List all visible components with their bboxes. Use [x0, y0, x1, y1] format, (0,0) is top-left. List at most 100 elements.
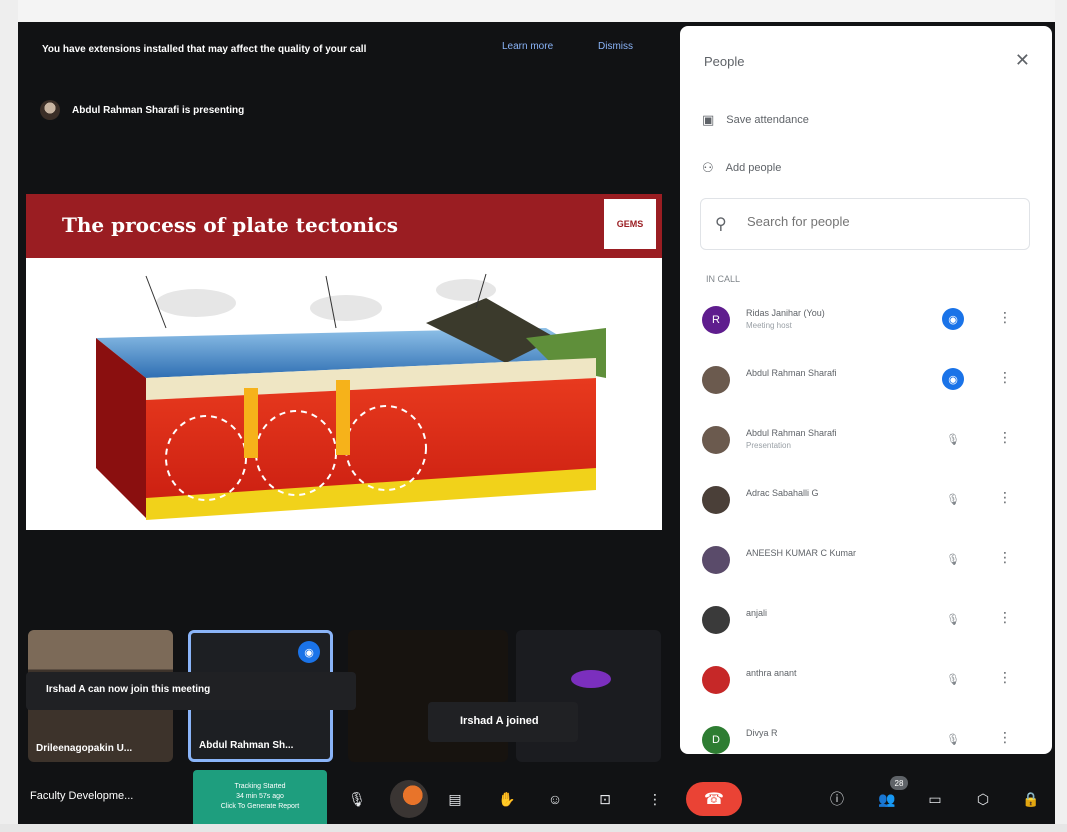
plate-tectonics-diagram [96, 273, 606, 520]
toast-text: Irshad A joined [460, 715, 539, 727]
speaking-icon: ◉ [298, 641, 320, 663]
presentation-slide: The process of plate tectonics GEMS [26, 194, 662, 530]
speaking-icon[interactable]: ◉ [942, 308, 964, 330]
emoji-icon[interactable]: ☺ [542, 786, 568, 812]
meeting-title: Faculty Developme... [30, 790, 134, 802]
phone-hangup-icon: ☎ [704, 791, 724, 808]
tile-name: Drileenagopakin U... [36, 743, 133, 754]
people-panel: People ✕ ▣ Save attendance ⚇ Add people … [680, 26, 1052, 754]
tracking-line: 34 min 57s ago [236, 793, 284, 800]
chat-icon[interactable]: ▭ [922, 786, 948, 812]
speaking-icon[interactable]: ◉ [942, 368, 964, 390]
save-attendance-button[interactable]: ▣ Save attendance [702, 112, 809, 128]
camera-button[interactable] [390, 780, 428, 818]
save-attendance-label: Save attendance [726, 114, 809, 126]
leave-call-button[interactable]: ☎ [686, 782, 742, 816]
close-icon[interactable]: ✕ [1015, 50, 1030, 71]
participant-row[interactable]: ANEESH KUMAR C Kumar 🎙 ⋮ [680, 534, 1052, 594]
add-person-icon: ⚇ [702, 160, 714, 175]
avatar [702, 426, 730, 454]
participant-row[interactable]: Abdul Rahman Sharafi ◉ ⋮ [680, 354, 1052, 414]
participant-avatar [571, 670, 611, 688]
save-icon: ▣ [702, 112, 715, 127]
toast-text: Irshad A can now join this meeting [46, 684, 211, 695]
screen-frame-right [1055, 0, 1067, 832]
warning-text: You have extensions installed that may a… [42, 44, 367, 55]
participant-row[interactable]: anjali 🎙 ⋮ [680, 594, 1052, 654]
raise-hand-icon[interactable]: ✋ [494, 786, 520, 812]
participant-name: Abdul Rahman Sharafi [746, 368, 837, 378]
more-options-icon[interactable]: ⋮ [998, 429, 1012, 446]
avatar [702, 486, 730, 514]
activities-icon[interactable]: ⬡ [970, 786, 996, 812]
participant-name: ANEESH KUMAR C Kumar [746, 548, 857, 558]
avatar [702, 546, 730, 574]
avatar [702, 666, 730, 694]
participant-row[interactable]: R Ridas Janihar (You) Meeting host ◉ ⋮ [680, 294, 1052, 354]
screen-frame-top [0, 0, 1067, 22]
meeting-screen: You have extensions installed that may a… [18, 22, 1055, 824]
participant-name: Adrac Sabahalli G [746, 488, 819, 498]
participant-row[interactable]: anthra anant 🎙 ⋮ [680, 654, 1052, 714]
search-box: ⚲ [700, 198, 1030, 250]
mic-muted-icon[interactable]: 🎙 [942, 668, 964, 690]
mic-muted-icon[interactable]: 🎙 [942, 608, 964, 630]
slide-banner: The process of plate tectonics GEMS [26, 194, 662, 258]
participant-tile[interactable] [348, 630, 508, 762]
tile-name: Abdul Rahman Sh... [199, 740, 294, 751]
join-permission-toast: Irshad A can now join this meeting [26, 672, 356, 710]
panel-title: People [704, 54, 745, 69]
avatar [702, 606, 730, 634]
participant-name: anthra anant [746, 668, 797, 678]
people-icon[interactable]: 👥 [874, 786, 900, 812]
search-icon: ⚲ [715, 216, 727, 233]
mic-muted-icon[interactable]: 🎙 [942, 728, 964, 750]
more-options-icon[interactable]: ⋮ [998, 609, 1012, 626]
more-options-icon[interactable]: ⋮ [998, 489, 1012, 506]
presenter-avatar [40, 100, 60, 120]
more-options-icon[interactable]: ⋮ [998, 549, 1012, 566]
screen-frame-bottom [0, 824, 1067, 832]
mic-icon[interactable]: 🎙 [344, 786, 370, 812]
present-screen-icon[interactable]: ⊡ [592, 786, 618, 812]
participant-name: Divya R [746, 728, 778, 738]
screen-frame-left [0, 0, 18, 832]
in-call-label: IN CALL [706, 274, 741, 284]
participant-role: Presentation [746, 441, 791, 450]
search-input[interactable] [745, 213, 1019, 230]
mic-muted-icon[interactable]: 🎙 [942, 428, 964, 450]
presenting-banner: Abdul Rahman Sharafi is presenting [40, 100, 244, 120]
more-options-icon[interactable]: ⋮ [998, 309, 1012, 326]
joined-toast: Irshad A joined [428, 702, 578, 742]
mic-muted-icon[interactable]: 🎙 [942, 548, 964, 570]
tracking-line: Click To Generate Report [220, 803, 300, 810]
dismiss-button[interactable]: Dismiss [598, 41, 633, 52]
info-icon[interactable]: ⓘ [824, 786, 850, 812]
slide-title: The process of plate tectonics [62, 213, 399, 237]
participant-name: anjali [746, 608, 768, 618]
host-controls-icon[interactable]: 🔒 [1018, 786, 1044, 812]
more-options-icon[interactable]: ⋮ [998, 669, 1012, 686]
mic-muted-icon[interactable]: 🎙 [942, 488, 964, 510]
extension-warning-bar: You have extensions installed that may a… [18, 22, 678, 74]
captions-icon[interactable]: ▤ [442, 786, 468, 812]
more-options-icon[interactable]: ⋮ [998, 729, 1012, 746]
avatar: D [702, 726, 730, 754]
participant-name: Abdul Rahman Sharafi [746, 428, 837, 438]
more-options-icon[interactable]: ⋮ [642, 786, 668, 812]
participant-row[interactable]: Adrac Sabahalli G 🎙 ⋮ [680, 474, 1052, 534]
add-people-button[interactable]: ⚇ Add people [702, 160, 781, 176]
learn-more-link[interactable]: Learn more [502, 41, 553, 52]
gems-logo: GEMS [604, 199, 656, 249]
participant-role: Meeting host [746, 321, 792, 330]
participant-row[interactable]: Abdul Rahman Sharafi Presentation 🎙 ⋮ [680, 414, 1052, 474]
tracking-line: Tracking Started [234, 783, 286, 790]
avatar [702, 366, 730, 394]
add-people-label: Add people [725, 162, 782, 174]
attendance-tracking-button[interactable]: Tracking Started 34 min 57s ago Click To… [193, 770, 327, 824]
participant-tile[interactable] [516, 630, 661, 762]
meeting-controls-bar: Faculty Developme... Tracking Started 34… [18, 762, 1055, 824]
avatar: R [702, 306, 730, 334]
presenting-text: Abdul Rahman Sharafi is presenting [72, 104, 245, 116]
more-options-icon[interactable]: ⋮ [998, 369, 1012, 386]
